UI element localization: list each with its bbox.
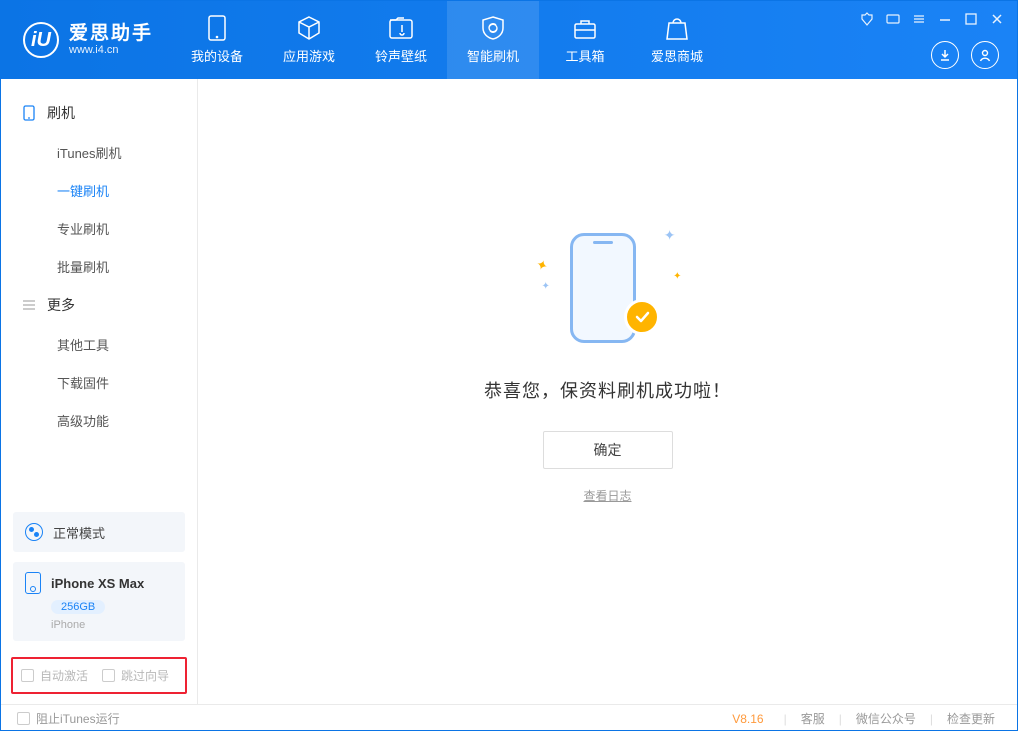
app-subtitle: www.i4.cn xyxy=(69,44,153,56)
nav-label: 爱思商城 xyxy=(651,46,703,65)
feedback-icon[interactable] xyxy=(885,11,901,27)
mode-icon xyxy=(25,523,43,541)
music-folder-icon xyxy=(388,15,414,41)
device-mode[interactable]: 正常模式 xyxy=(13,512,185,552)
flash-options-highlight: 自动激活 跳过向导 xyxy=(11,657,187,694)
checkbox-label: 阻止iTunes运行 xyxy=(36,710,120,727)
separator: | xyxy=(839,712,842,726)
sidebar-item-advanced[interactable]: 高级功能 xyxy=(1,401,197,439)
nav-label: 应用游戏 xyxy=(283,46,335,65)
checkbox-icon xyxy=(17,712,30,725)
nav-store[interactable]: 爱思商城 xyxy=(631,1,723,79)
mode-label: 正常模式 xyxy=(53,523,105,542)
ok-button[interactable]: 确定 xyxy=(543,431,673,469)
device-storage: 256GB xyxy=(51,600,105,614)
cube-icon xyxy=(296,15,322,41)
sidebar-item-download-firmware[interactable]: 下载固件 xyxy=(1,363,197,401)
view-log-link[interactable]: 查看日志 xyxy=(583,487,631,504)
user-button[interactable] xyxy=(971,41,999,69)
nav-label: 智能刷机 xyxy=(467,46,519,65)
sparkle-icon: ✦ xyxy=(542,281,550,292)
footer-link-update[interactable]: 检查更新 xyxy=(941,710,1001,727)
sidebar-item-oneclick-flash[interactable]: 一键刷机 xyxy=(1,171,197,209)
checkbox-label: 自动激活 xyxy=(40,667,88,684)
success-message: 恭喜您，保资料刷机成功啦！ xyxy=(484,377,731,403)
device-card[interactable]: iPhone XS Max 256GB iPhone xyxy=(13,562,185,641)
checkbox-icon xyxy=(21,669,34,682)
sidebar-item-other-tools[interactable]: 其他工具 xyxy=(1,325,197,363)
phone-icon xyxy=(204,15,230,41)
header-actions xyxy=(931,41,999,69)
sidebar-item-batch-flash[interactable]: 批量刷机 xyxy=(1,247,197,285)
phone-graphic xyxy=(570,233,636,343)
sidebar-item-pro-flash[interactable]: 专业刷机 xyxy=(1,209,197,247)
sparkle-icon: ✦ xyxy=(664,227,676,244)
sidebar-group-flash[interactable]: 刷机 xyxy=(1,93,197,133)
nav-label: 铃声壁纸 xyxy=(375,46,427,65)
footer: 阻止iTunes运行 V8.16 | 客服 | 微信公众号 | 检查更新 xyxy=(1,704,1017,732)
logo-icon: iU xyxy=(23,22,59,58)
checkmark-badge-icon xyxy=(624,299,660,335)
bag-icon xyxy=(664,15,690,41)
group-title: 刷机 xyxy=(47,103,75,123)
separator: | xyxy=(784,712,787,726)
minimize-button[interactable] xyxy=(937,11,953,27)
checkbox-icon xyxy=(102,669,115,682)
group-title: 更多 xyxy=(47,295,75,315)
checkbox-block-itunes[interactable]: 阻止iTunes运行 xyxy=(17,710,120,727)
window-controls xyxy=(859,11,1005,27)
nav-toolbox[interactable]: 工具箱 xyxy=(539,1,631,79)
checkbox-label: 跳过向导 xyxy=(121,667,169,684)
nav-flash[interactable]: 智能刷机 xyxy=(447,1,539,79)
checkbox-skip-guide[interactable]: 跳过向导 xyxy=(102,667,169,684)
logo[interactable]: iU 爱思助手 www.i4.cn xyxy=(1,1,171,79)
app-title: 爱思助手 xyxy=(69,24,153,45)
theme-icon[interactable] xyxy=(859,11,875,27)
footer-link-wechat[interactable]: 微信公众号 xyxy=(850,710,922,727)
close-button[interactable] xyxy=(989,11,1005,27)
body: 刷机 iTunes刷机 一键刷机 专业刷机 批量刷机 更多 其他工具 下载固件 … xyxy=(1,79,1017,704)
device-type: iPhone xyxy=(51,619,173,631)
nav-apps[interactable]: 应用游戏 xyxy=(263,1,355,79)
sparkle-icon: ✦ xyxy=(533,256,550,276)
checkbox-auto-activate[interactable]: 自动激活 xyxy=(21,667,88,684)
main-content: ✦ ✦ ✦ ✦ 恭喜您，保资料刷机成功啦！ 确定 查看日志 xyxy=(198,79,1017,704)
device-name: iPhone XS Max xyxy=(51,576,144,591)
nav-label: 工具箱 xyxy=(566,46,605,65)
sidebar-group-more[interactable]: 更多 xyxy=(1,285,197,325)
nav-ringtones[interactable]: 铃声壁纸 xyxy=(355,1,447,79)
nav: 我的设备 应用游戏 铃声壁纸 智能刷机 工具箱 爱思商城 xyxy=(171,1,723,79)
nav-my-device[interactable]: 我的设备 xyxy=(171,1,263,79)
header: iU 爱思助手 www.i4.cn 我的设备 应用游戏 铃声壁纸 智能刷机 工具… xyxy=(1,1,1017,79)
success-illustration: ✦ ✦ ✦ ✦ xyxy=(548,229,668,349)
briefcase-icon xyxy=(572,15,598,41)
phone-icon xyxy=(25,572,41,594)
list-icon xyxy=(21,297,37,313)
sidebar: 刷机 iTunes刷机 一键刷机 专业刷机 批量刷机 更多 其他工具 下载固件 … xyxy=(1,79,198,704)
version-label: V8.16 xyxy=(732,712,763,726)
device-icon xyxy=(21,105,37,121)
nav-label: 我的设备 xyxy=(191,46,243,65)
sidebar-item-itunes-flash[interactable]: iTunes刷机 xyxy=(1,133,197,171)
separator: | xyxy=(930,712,933,726)
refresh-shield-icon xyxy=(480,15,506,41)
footer-link-support[interactable]: 客服 xyxy=(795,710,831,727)
download-button[interactable] xyxy=(931,41,959,69)
menu-icon[interactable] xyxy=(911,11,927,27)
maximize-button[interactable] xyxy=(963,11,979,27)
sparkle-icon: ✦ xyxy=(673,271,681,282)
